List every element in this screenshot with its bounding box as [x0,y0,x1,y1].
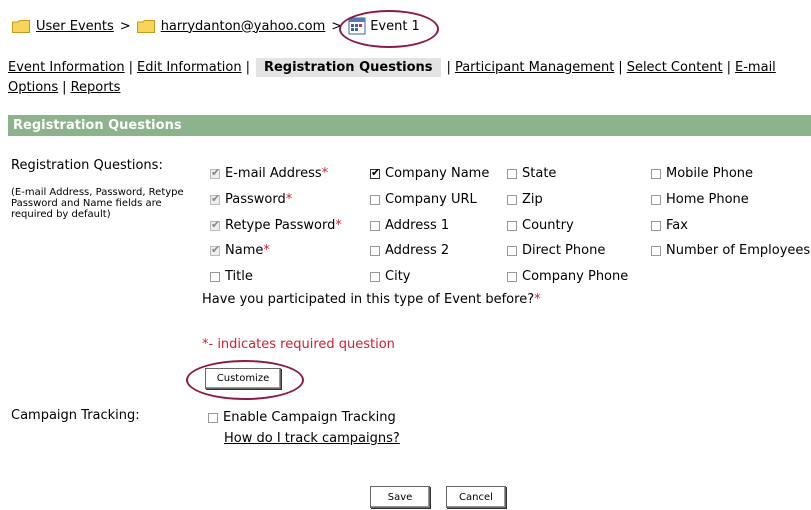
checkbox[interactable] [370,194,380,205]
checkbox-label: Zip [522,192,543,207]
checkbox[interactable] [208,412,218,423]
nav-registration-questions[interactable]: Registration Questions [255,58,441,77]
checkbox-label: Password [225,192,286,207]
checkbox-label: Company Name [385,166,490,181]
checkbox[interactable] [210,271,220,282]
checkbox-label: Address 2 [385,243,450,258]
checkbox-direct-phone[interactable]: Direct Phone [507,243,605,258]
checkbox-label: Home Phone [666,192,749,207]
required-question-note: *- indicates required question [202,337,395,352]
save-button[interactable]: Save [370,486,430,508]
nav-edit-information[interactable]: Edit Information [137,60,242,75]
checkbox-company-url[interactable]: Company URL [370,192,477,207]
checkbox-fax[interactable]: Fax [651,218,688,233]
campaign-tracking-label: Campaign Tracking: [11,408,140,423]
checkbox-mobile-phone[interactable]: Mobile Phone [651,166,753,181]
checkbox-label: E-mail Address [225,166,322,181]
breadcrumb-separator: > [331,18,343,34]
required-asterisk: * [321,166,329,181]
nav-reports[interactable]: Reports [71,80,121,95]
checkbox-retype-password[interactable]: ✔ Retype Password * [210,218,342,233]
registration-questions-label: Registration Questions: [11,158,163,173]
track-campaigns-help-link[interactable]: How do I track campaigns? [224,431,400,446]
checkbox-label: State [522,166,557,181]
checkbox-name[interactable]: ✔ Name * [210,243,270,258]
checkbox[interactable] [370,245,380,256]
checkbox-label: Address 1 [385,218,450,233]
checkbox-address-1[interactable]: Address 1 [370,218,449,233]
checkbox[interactable] [507,194,517,205]
required-asterisk: * [335,218,342,233]
checkbox-label: Direct Phone [522,243,606,258]
checkbox-label: Enable Campaign Tracking [223,410,396,425]
checkbox-label: Country [522,218,574,233]
nav-separator: | [128,60,134,75]
cancel-button[interactable]: Cancel [446,486,506,508]
nav-separator: | [446,60,451,75]
checkbox[interactable]: ✔ [210,218,220,231]
checkbox-label: Fax [666,218,688,233]
checkbox-company-name[interactable]: ✔ Company Name [370,166,489,181]
checkbox-state[interactable]: State [507,166,556,181]
checkbox-label: Company Phone [522,269,629,284]
required-asterisk: * [534,292,541,307]
checkbox[interactable] [651,220,661,231]
custom-question-text: Have you participated in this type of Ev… [202,292,535,307]
folder-icon [136,19,155,33]
breadcrumb: User Events > harrydanton@yahoo.com > Ev… [12,17,420,35]
checkbox-company-phone[interactable]: Company Phone [507,269,628,284]
checkbox-label: Name [225,243,264,258]
checkbox-country[interactable]: Country [507,218,574,233]
breadcrumb-current-event: Event 1 [370,18,420,34]
checkbox-number-of-employees[interactable]: Number of Employees [651,243,810,258]
checkbox-enable-campaign-tracking[interactable]: Enable Campaign Tracking [208,410,396,425]
nav-separator: | [62,80,67,95]
section-header: Registration Questions [8,115,811,136]
checkbox-label: Mobile Phone [666,166,754,181]
custom-question: Have you participated in this type of Ev… [202,292,541,307]
nav-participant-management[interactable]: Participant Management [455,60,614,75]
checkbox-address-2[interactable]: Address 2 [370,243,449,258]
checkbox[interactable]: ✔ [210,192,220,205]
required-asterisk: * [285,192,293,207]
nav-select-content[interactable]: Select Content [627,60,723,75]
event-icon [348,17,366,35]
checkbox[interactable] [651,245,661,256]
event-nav: Event Information | Edit Information | Regis… [8,58,808,98]
checkbox-zip[interactable]: Zip [507,192,543,207]
nav-separator: | [726,60,732,75]
checkbox-label: Number of Employees [666,243,811,258]
checkbox[interactable]: ✔ [370,166,380,179]
checkbox-title[interactable]: Title [210,269,253,284]
checkbox-label: Retype Password [225,218,336,233]
checkbox-label: Company URL [385,192,477,207]
checkbox[interactable] [370,220,380,231]
checkbox-home-phone[interactable]: Home Phone [651,192,749,207]
checkbox-password[interactable]: ✔ Password * [210,192,292,207]
breadcrumb-separator: > [119,18,131,34]
checkbox-city[interactable]: City [370,269,410,284]
required-asterisk: * [263,243,270,258]
nav-event-information[interactable]: Event Information [8,60,125,75]
checkbox-email-address[interactable]: ✔ E-mail Address * [210,166,328,181]
checkbox[interactable] [651,194,661,205]
checkbox-label: Title [225,269,253,284]
checkbox[interactable] [370,271,380,282]
breadcrumb-user-events-link[interactable]: User Events [36,19,114,34]
checkbox[interactable] [507,220,517,231]
checkbox-label: City [385,269,411,284]
checkbox[interactable] [507,245,517,256]
nav-separator: | [245,60,250,75]
checkbox[interactable] [651,168,661,179]
nav-separator: | [618,60,623,75]
folder-icon [12,19,30,33]
checkbox[interactable]: ✔ [210,166,220,179]
checkbox[interactable]: ✔ [210,243,220,256]
checkbox[interactable] [507,168,517,179]
required-fields-note: (E-mail Address, Password, Retype Passwo… [11,187,184,220]
checkbox[interactable] [507,271,517,282]
customize-button[interactable]: Customize [205,368,281,389]
breadcrumb-user-link[interactable]: harrydanton@yahoo.com [161,19,326,34]
